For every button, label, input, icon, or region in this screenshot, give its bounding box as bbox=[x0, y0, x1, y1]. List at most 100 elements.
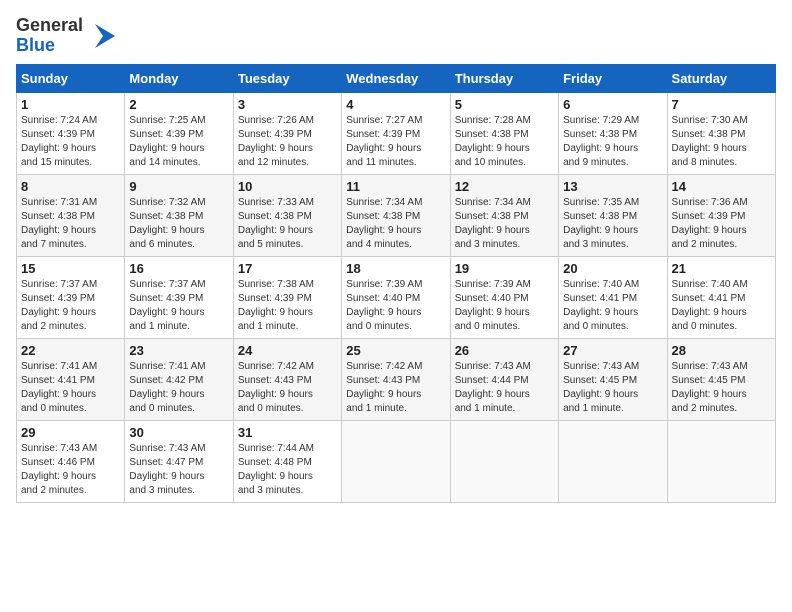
calendar-week-row: 29 Sunrise: 7:43 AM Sunset: 4:46 PM Dayli… bbox=[17, 420, 776, 502]
day-number: 16 bbox=[129, 261, 228, 276]
day-number: 2 bbox=[129, 97, 228, 112]
day-info: Sunrise: 7:43 AM Sunset: 4:47 PM Dayligh… bbox=[129, 442, 228, 498]
header-thursday: Thursday bbox=[450, 64, 558, 92]
calendar-cell: 31 Sunrise: 7:44 AM Sunset: 4:48 PM Dayli… bbox=[233, 420, 341, 502]
day-info: Sunrise: 7:39 AM Sunset: 4:40 PM Dayligh… bbox=[346, 278, 445, 334]
calendar-cell: 17 Sunrise: 7:38 AM Sunset: 4:39 PM Dayli… bbox=[233, 256, 341, 338]
day-info: Sunrise: 7:38 AM Sunset: 4:39 PM Dayligh… bbox=[238, 278, 337, 334]
calendar-cell: 11 Sunrise: 7:34 AM Sunset: 4:38 PM Dayli… bbox=[342, 174, 450, 256]
day-info: Sunrise: 7:24 AM Sunset: 4:39 PM Dayligh… bbox=[21, 114, 120, 170]
calendar-cell: 28 Sunrise: 7:43 AM Sunset: 4:45 PM Dayli… bbox=[667, 338, 775, 420]
calendar-cell: 18Sunrise: 7:39 AM Sunset: 4:40 PM Dayli… bbox=[342, 256, 450, 338]
day-info: Sunrise: 7:40 AM Sunset: 4:41 PM Dayligh… bbox=[563, 278, 662, 334]
day-number: 14 bbox=[672, 179, 771, 194]
calendar-cell: 22 Sunrise: 7:41 AM Sunset: 4:41 PM Dayli… bbox=[17, 338, 125, 420]
calendar-cell bbox=[667, 420, 775, 502]
calendar-cell: 20 Sunrise: 7:40 AM Sunset: 4:41 PM Dayli… bbox=[559, 256, 667, 338]
day-number: 5 bbox=[455, 97, 554, 112]
day-info: Sunrise: 7:41 AM Sunset: 4:42 PM Dayligh… bbox=[129, 360, 228, 416]
calendar-cell: 5 Sunrise: 7:28 AM Sunset: 4:38 PM Daylig… bbox=[450, 92, 558, 174]
calendar-cell: 10Sunrise: 7:33 AM Sunset: 4:38 PM Dayli… bbox=[233, 174, 341, 256]
day-number: 4 bbox=[346, 97, 445, 112]
day-number: 20 bbox=[563, 261, 662, 276]
header-monday: Monday bbox=[125, 64, 233, 92]
calendar-cell: 19 Sunrise: 7:39 AM Sunset: 4:40 PM Dayli… bbox=[450, 256, 558, 338]
day-info: Sunrise: 7:43 AM Sunset: 4:45 PM Dayligh… bbox=[672, 360, 771, 416]
day-number: 10 bbox=[238, 179, 337, 194]
day-info: Sunrise: 7:39 AM Sunset: 4:40 PM Dayligh… bbox=[455, 278, 554, 334]
day-number: 30 bbox=[129, 425, 228, 440]
day-info: Sunrise: 7:28 AM Sunset: 4:38 PM Dayligh… bbox=[455, 114, 554, 170]
day-info: Sunrise: 7:34 AM Sunset: 4:38 PM Dayligh… bbox=[455, 196, 554, 252]
calendar-cell: 8 Sunrise: 7:31 AM Sunset: 4:38 PM Daylig… bbox=[17, 174, 125, 256]
day-number: 13 bbox=[563, 179, 662, 194]
calendar-cell: 29 Sunrise: 7:43 AM Sunset: 4:46 PM Dayli… bbox=[17, 420, 125, 502]
day-number: 9 bbox=[129, 179, 228, 194]
day-info: Sunrise: 7:29 AM Sunset: 4:38 PM Dayligh… bbox=[563, 114, 662, 170]
calendar-cell: 27 Sunrise: 7:43 AM Sunset: 4:45 PM Dayli… bbox=[559, 338, 667, 420]
calendar-cell: 12 Sunrise: 7:34 AM Sunset: 4:38 PM Dayli… bbox=[450, 174, 558, 256]
day-number: 12 bbox=[455, 179, 554, 194]
calendar-table: SundayMondayTuesdayWednesdayThursdayFrid… bbox=[16, 64, 776, 503]
day-info: Sunrise: 7:36 AM Sunset: 4:39 PM Dayligh… bbox=[672, 196, 771, 252]
calendar-cell: 26 Sunrise: 7:43 AM Sunset: 4:44 PM Dayli… bbox=[450, 338, 558, 420]
day-info: Sunrise: 7:42 AM Sunset: 4:43 PM Dayligh… bbox=[346, 360, 445, 416]
day-info: Sunrise: 7:43 AM Sunset: 4:46 PM Dayligh… bbox=[21, 442, 120, 498]
day-number: 11 bbox=[346, 179, 445, 194]
day-info: Sunrise: 7:37 AM Sunset: 4:39 PM Dayligh… bbox=[129, 278, 228, 334]
day-info: Sunrise: 7:43 AM Sunset: 4:45 PM Dayligh… bbox=[563, 360, 662, 416]
calendar-cell: 16 Sunrise: 7:37 AM Sunset: 4:39 PM Dayli… bbox=[125, 256, 233, 338]
page-header: General Blue bbox=[16, 16, 776, 56]
day-number: 22 bbox=[21, 343, 120, 358]
header-wednesday: Wednesday bbox=[342, 64, 450, 92]
logo-icon bbox=[87, 20, 119, 52]
header-sunday: Sunday bbox=[17, 64, 125, 92]
day-info: Sunrise: 7:37 AM Sunset: 4:39 PM Dayligh… bbox=[21, 278, 120, 334]
day-info: Sunrise: 7:32 AM Sunset: 4:38 PM Dayligh… bbox=[129, 196, 228, 252]
day-number: 15 bbox=[21, 261, 120, 276]
day-number: 28 bbox=[672, 343, 771, 358]
header-tuesday: Tuesday bbox=[233, 64, 341, 92]
day-info: Sunrise: 7:27 AM Sunset: 4:39 PM Dayligh… bbox=[346, 114, 445, 170]
day-info: Sunrise: 7:44 AM Sunset: 4:48 PM Dayligh… bbox=[238, 442, 337, 498]
day-info: Sunrise: 7:25 AM Sunset: 4:39 PM Dayligh… bbox=[129, 114, 228, 170]
day-number: 3 bbox=[238, 97, 337, 112]
day-info: Sunrise: 7:42 AM Sunset: 4:43 PM Dayligh… bbox=[238, 360, 337, 416]
day-info: Sunrise: 7:41 AM Sunset: 4:41 PM Dayligh… bbox=[21, 360, 120, 416]
day-number: 31 bbox=[238, 425, 337, 440]
calendar-cell: 4 Sunrise: 7:27 AM Sunset: 4:39 PM Daylig… bbox=[342, 92, 450, 174]
calendar-cell: 23 Sunrise: 7:41 AM Sunset: 4:42 PM Dayli… bbox=[125, 338, 233, 420]
calendar-cell: 25 Sunrise: 7:42 AM Sunset: 4:43 PM Dayli… bbox=[342, 338, 450, 420]
day-number: 8 bbox=[21, 179, 120, 194]
header-saturday: Saturday bbox=[667, 64, 775, 92]
header-friday: Friday bbox=[559, 64, 667, 92]
day-info: Sunrise: 7:26 AM Sunset: 4:39 PM Dayligh… bbox=[238, 114, 337, 170]
day-number: 17 bbox=[238, 261, 337, 276]
calendar-cell: 9 Sunrise: 7:32 AM Sunset: 4:38 PM Daylig… bbox=[125, 174, 233, 256]
logo: General Blue bbox=[16, 16, 119, 56]
calendar-cell: 15 Sunrise: 7:37 AM Sunset: 4:39 PM Dayli… bbox=[17, 256, 125, 338]
calendar-cell bbox=[450, 420, 558, 502]
day-number: 29 bbox=[21, 425, 120, 440]
day-info: Sunrise: 7:43 AM Sunset: 4:44 PM Dayligh… bbox=[455, 360, 554, 416]
day-number: 27 bbox=[563, 343, 662, 358]
day-number: 7 bbox=[672, 97, 771, 112]
day-number: 6 bbox=[563, 97, 662, 112]
day-info: Sunrise: 7:34 AM Sunset: 4:38 PM Dayligh… bbox=[346, 196, 445, 252]
calendar-cell bbox=[342, 420, 450, 502]
day-number: 26 bbox=[455, 343, 554, 358]
day-number: 21 bbox=[672, 261, 771, 276]
day-number: 19 bbox=[455, 261, 554, 276]
calendar-cell: 13 Sunrise: 7:35 AM Sunset: 4:38 PM Dayli… bbox=[559, 174, 667, 256]
calendar-cell: 2 Sunrise: 7:25 AM Sunset: 4:39 PM Daylig… bbox=[125, 92, 233, 174]
calendar-cell: 1 Sunrise: 7:24 AM Sunset: 4:39 PM Daylig… bbox=[17, 92, 125, 174]
calendar-cell: 21 Sunrise: 7:40 AM Sunset: 4:41 PM Dayli… bbox=[667, 256, 775, 338]
day-info: Sunrise: 7:40 AM Sunset: 4:41 PM Dayligh… bbox=[672, 278, 771, 334]
day-info: Sunrise: 7:31 AM Sunset: 4:38 PM Dayligh… bbox=[21, 196, 120, 252]
day-number: 23 bbox=[129, 343, 228, 358]
day-number: 25 bbox=[346, 343, 445, 358]
day-number: 1 bbox=[21, 97, 120, 112]
day-info: Sunrise: 7:35 AM Sunset: 4:38 PM Dayligh… bbox=[563, 196, 662, 252]
calendar-cell: 24Sunrise: 7:42 AM Sunset: 4:43 PM Dayli… bbox=[233, 338, 341, 420]
calendar-cell: 30 Sunrise: 7:43 AM Sunset: 4:47 PM Dayli… bbox=[125, 420, 233, 502]
